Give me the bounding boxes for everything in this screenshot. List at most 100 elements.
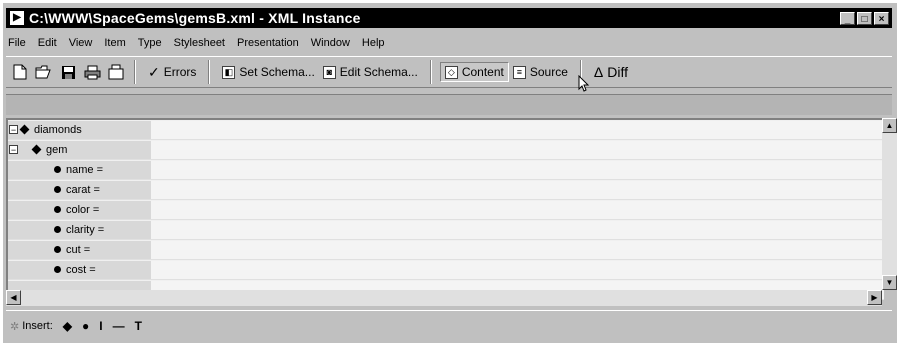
- attribute-value-cell[interactable]: [151, 160, 884, 179]
- window-controls: _ □ ×: [840, 11, 889, 25]
- attribute-label: clarity =: [66, 223, 105, 236]
- minimize-button[interactable]: _: [840, 11, 855, 25]
- tree-row-attribute[interactable]: clarity =: [8, 220, 884, 240]
- close-button[interactable]: ×: [874, 11, 889, 25]
- checkmark-icon: ✓: [148, 63, 160, 80]
- content-view-icon: ◇: [444, 65, 458, 79]
- content-view-button[interactable]: ◇ Content: [439, 62, 509, 82]
- scroll-right-icon[interactable]: ▶: [867, 290, 882, 305]
- insert-separator-icon[interactable]: —: [113, 319, 125, 333]
- scroll-left-icon[interactable]: ◀: [6, 290, 21, 305]
- attribute-value-cell[interactable]: [151, 260, 884, 279]
- menu-item[interactable]: Item: [98, 37, 131, 49]
- menu-stylesheet[interactable]: Stylesheet: [168, 37, 231, 49]
- attribute-label: cut =: [66, 243, 91, 256]
- insert-text-icon[interactable]: I: [99, 319, 102, 333]
- schema-doc-icon: ◧: [222, 65, 236, 79]
- tree-name-cell: cost =: [8, 260, 151, 279]
- attribute-value-cell[interactable]: [151, 220, 884, 239]
- menu-view[interactable]: View: [63, 37, 99, 49]
- panel-header-strip: [6, 94, 892, 115]
- insert-element-icon[interactable]: ◆: [63, 319, 72, 333]
- insert-type-icon[interactable]: T: [135, 319, 142, 333]
- attribute-label: carat =: [66, 183, 100, 196]
- menu-type[interactable]: Type: [132, 37, 168, 49]
- edit-schema-button[interactable]: ◙ Edit Schema...: [319, 62, 422, 82]
- xml-tree-grid: − diamonds − gem name = carat = color = …: [6, 118, 884, 300]
- tree-row-gem[interactable]: − gem: [8, 140, 884, 160]
- save-icon[interactable]: [58, 62, 78, 82]
- element-diamond-icon: [31, 144, 42, 155]
- print-icon[interactable]: [82, 62, 102, 82]
- print-preview-icon[interactable]: [106, 62, 126, 82]
- attribute-dot-icon: [54, 166, 61, 173]
- edit-schema-icon: ◙: [322, 65, 336, 79]
- tree-name-cell: cut =: [8, 240, 151, 259]
- vertical-scrollbar[interactable]: ▲ ▼: [882, 118, 897, 290]
- set-schema-button[interactable]: ◧ Set Schema...: [218, 62, 318, 82]
- source-view-button[interactable]: ≡ Source: [509, 62, 572, 82]
- menu-help[interactable]: Help: [356, 37, 391, 49]
- errors-label: Errors: [163, 65, 197, 79]
- element-label: diamonds: [34, 123, 82, 136]
- attribute-label: name =: [66, 163, 103, 176]
- tree-name-cell: − gem: [8, 140, 151, 159]
- sparkle-icon: ✲: [10, 320, 20, 333]
- content-label: Content: [461, 65, 504, 79]
- tree-name-cell: name =: [8, 160, 151, 179]
- collapse-toggle-icon[interactable]: −: [9, 145, 18, 155]
- attribute-value-cell[interactable]: [151, 240, 884, 259]
- horizontal-scrollbar[interactable]: ◀ ▶: [6, 290, 882, 306]
- attribute-label: color =: [66, 203, 100, 216]
- menu-presentation[interactable]: Presentation: [231, 37, 305, 49]
- delta-icon: Δ: [593, 64, 604, 80]
- attribute-dot-icon: [54, 226, 61, 233]
- open-file-icon[interactable]: [34, 62, 54, 82]
- tree-row-attribute[interactable]: name =: [8, 160, 884, 180]
- diff-button[interactable]: Δ Diff: [590, 62, 632, 82]
- tree-row-attribute[interactable]: cut =: [8, 240, 884, 260]
- menu-edit[interactable]: Edit: [32, 37, 63, 49]
- source-label: Source: [529, 65, 568, 79]
- maximize-button[interactable]: □: [857, 11, 872, 25]
- tree-row-diamonds[interactable]: − diamonds: [8, 120, 884, 140]
- tree-name-cell: − diamonds: [8, 120, 151, 139]
- tree-value-cell[interactable]: [151, 140, 884, 159]
- menu-file[interactable]: File: [6, 37, 32, 49]
- insert-attribute-icon[interactable]: ●: [82, 319, 89, 333]
- mouse-pointer-icon: [578, 74, 590, 96]
- app-icon: ▶: [10, 11, 24, 25]
- tree-row-attribute[interactable]: cost =: [8, 260, 884, 280]
- title-bar[interactable]: ▶ C:\WWW\SpaceGems\gemsB.xml - XML Insta…: [6, 8, 892, 28]
- new-file-icon[interactable]: [10, 62, 30, 82]
- toolbar: ✓ Errors ◧ Set Schema... ◙ Edit Schema..…: [6, 56, 892, 88]
- tree-name-cell: carat =: [8, 180, 151, 199]
- tree-name-cell: color =: [8, 200, 151, 219]
- element-label: gem: [46, 143, 68, 156]
- errors-button[interactable]: ✓ Errors: [144, 62, 200, 82]
- window-title: C:\WWW\SpaceGems\gemsB.xml - XML Instanc…: [29, 10, 361, 26]
- tree-row-attribute[interactable]: carat =: [8, 180, 884, 200]
- tree-value-cell[interactable]: [151, 120, 884, 139]
- attribute-label: cost =: [66, 263, 96, 276]
- edit-schema-label: Edit Schema...: [339, 65, 418, 79]
- tree-rows: − diamonds − gem name = carat = color = …: [8, 120, 884, 300]
- set-schema-label: Set Schema...: [239, 65, 315, 79]
- menu-window[interactable]: Window: [305, 37, 356, 49]
- attribute-dot-icon: [54, 266, 61, 273]
- tree-row-attribute[interactable]: color =: [8, 200, 884, 220]
- scroll-down-icon[interactable]: ▼: [882, 275, 897, 290]
- menu-bar: File Edit View Item Type Stylesheet Pres…: [6, 34, 391, 52]
- scroll-up-icon[interactable]: ▲: [882, 118, 897, 133]
- attribute-value-cell[interactable]: [151, 200, 884, 219]
- vertical-scroll-track[interactable]: [882, 133, 897, 275]
- attribute-value-cell[interactable]: [151, 180, 884, 199]
- toolbar-separator: [134, 60, 136, 84]
- tree-name-cell: clarity =: [8, 220, 151, 239]
- attribute-dot-icon: [54, 246, 61, 253]
- attribute-dot-icon: [54, 186, 61, 193]
- source-view-icon: ≡: [512, 65, 526, 79]
- toolbar-separator: [208, 60, 211, 84]
- collapse-toggle-icon[interactable]: −: [9, 125, 18, 135]
- insert-bar: ✲ Insert: ◆ ● I — T: [6, 310, 892, 341]
